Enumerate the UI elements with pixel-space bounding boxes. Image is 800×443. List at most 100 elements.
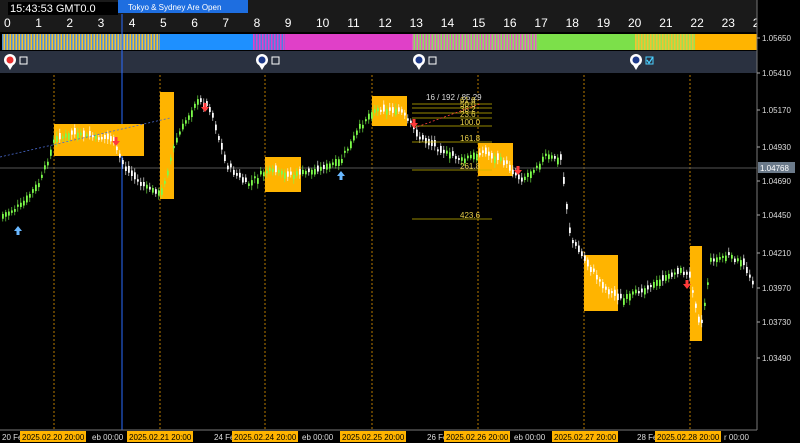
candle-body <box>215 124 217 131</box>
candle-body <box>152 188 154 193</box>
session-overlap-stripes <box>443 34 445 50</box>
candle-body <box>2 213 4 219</box>
session-overlap-stripes <box>116 34 118 50</box>
hour-label: 1 <box>35 16 42 30</box>
candle-body <box>125 166 127 171</box>
session-overlap-stripes <box>526 34 528 50</box>
candle-body <box>194 103 196 108</box>
session-overlap-stripes <box>684 34 686 50</box>
candle-body <box>524 176 526 181</box>
candle-body <box>680 267 682 273</box>
hour-label: 11 <box>347 16 360 30</box>
candle-body <box>296 171 298 176</box>
candle-body <box>134 172 136 180</box>
candle-body <box>509 164 511 171</box>
session-overlap-stripes <box>424 34 426 50</box>
candle-body <box>398 107 400 112</box>
session-overlap-stripes <box>24 34 26 50</box>
session-overlap-stripes <box>518 34 520 50</box>
session-overlap-stripes <box>412 34 414 50</box>
session-overlap-stripes <box>434 34 436 50</box>
session-overlap-stripes <box>72 34 74 50</box>
session-overlap-stripes <box>14 34 16 50</box>
session-overlap-stripes <box>113 34 115 50</box>
session-overlap-stripes <box>11 34 13 50</box>
session-overlap-stripes <box>143 34 145 50</box>
candle-body <box>587 259 589 267</box>
candle-body <box>743 258 745 266</box>
session-overlap-stripes <box>137 34 139 50</box>
candle-body <box>734 258 736 263</box>
candle-body <box>491 153 493 159</box>
session-overlap-stripes <box>146 34 148 50</box>
session-overlap-stripes <box>101 34 103 50</box>
up-arrow-icon <box>14 226 22 235</box>
candle-body <box>281 170 283 175</box>
session-overlap-stripes <box>12 34 14 50</box>
session-overlap-stripes <box>107 34 109 50</box>
candle-body <box>149 186 151 190</box>
session-overlap-stripes <box>44 34 46 50</box>
session-overlap-stripes <box>152 34 154 50</box>
candle-body <box>602 282 604 289</box>
candle-body <box>119 153 121 158</box>
session-overlap-stripes <box>90 34 92 50</box>
candle-body <box>245 177 247 183</box>
candle-body <box>110 136 112 142</box>
session-overlap-stripes <box>442 34 444 50</box>
session-overlap-stripes <box>262 34 264 50</box>
candle-body <box>692 290 694 293</box>
candle-body <box>266 170 268 174</box>
hour-label: 20 <box>628 16 642 30</box>
session-overlap-stripes <box>135 34 137 50</box>
candle-body <box>182 123 184 130</box>
session-overlap-stripes <box>6 34 8 50</box>
candle-body <box>362 124 364 129</box>
hour-label: 6 <box>191 16 198 30</box>
clock-text: 15:43:53 GMT0.0 <box>10 3 96 15</box>
session-overlap-stripes <box>470 34 472 50</box>
hour-label: 19 <box>597 16 611 30</box>
candle-body <box>719 257 721 260</box>
session-overlap-stripes <box>30 34 32 50</box>
candle-body <box>167 170 169 176</box>
session-overlap-stripes <box>678 34 680 50</box>
candle-body <box>209 107 211 113</box>
candle-body <box>638 291 640 294</box>
candle-body <box>290 171 292 175</box>
fib-level-label: 161.8 <box>460 134 481 143</box>
price-tick-label: 1.04690 <box>762 177 791 186</box>
session-overlap-stripes <box>158 34 160 50</box>
session-overlap-stripes <box>33 34 35 50</box>
session-overlap-stripes <box>65 34 67 50</box>
candle-body <box>404 112 406 116</box>
candle-body <box>554 156 556 159</box>
session-overlap-stripes <box>8 34 10 50</box>
session-overlap-stripes <box>490 34 492 50</box>
session-overlap-stripes <box>657 34 659 50</box>
session-overlap-stripes <box>427 34 429 50</box>
chart-canvas[interactable]: 0123456789101112131415161718192021222324… <box>0 0 800 443</box>
session-overlap-stripes <box>111 34 113 50</box>
candle-body <box>701 319 703 324</box>
date-label: 2025.02.25 20:00 <box>342 433 405 442</box>
session-overlap-stripes <box>521 34 523 50</box>
session-overlap-stripes <box>281 34 283 50</box>
fibonacci-tool[interactable]: 16 / 192 / 85.2961.850.038.223.6100.0161… <box>0 93 492 220</box>
candle-body <box>308 168 310 173</box>
session-overlap-stripes <box>5 34 7 50</box>
candle-body <box>95 135 97 139</box>
date-label: eb 00:00 <box>514 433 546 442</box>
candle-body <box>698 316 700 323</box>
session-overlap-stripes <box>75 34 77 50</box>
candle-body <box>98 137 100 140</box>
candle-body <box>557 157 559 165</box>
session-overlap-stripes <box>20 34 22 50</box>
candle-body <box>275 165 277 173</box>
session-overlap-stripes <box>687 34 689 50</box>
date-label: 2025.02.21 20:00 <box>129 433 192 442</box>
trading-chart[interactable]: 0123456789101112131415161718192021222324… <box>0 0 800 443</box>
session-overlap-stripes <box>27 34 29 50</box>
candle-body <box>74 127 76 135</box>
session-overlap-stripes <box>39 34 41 50</box>
